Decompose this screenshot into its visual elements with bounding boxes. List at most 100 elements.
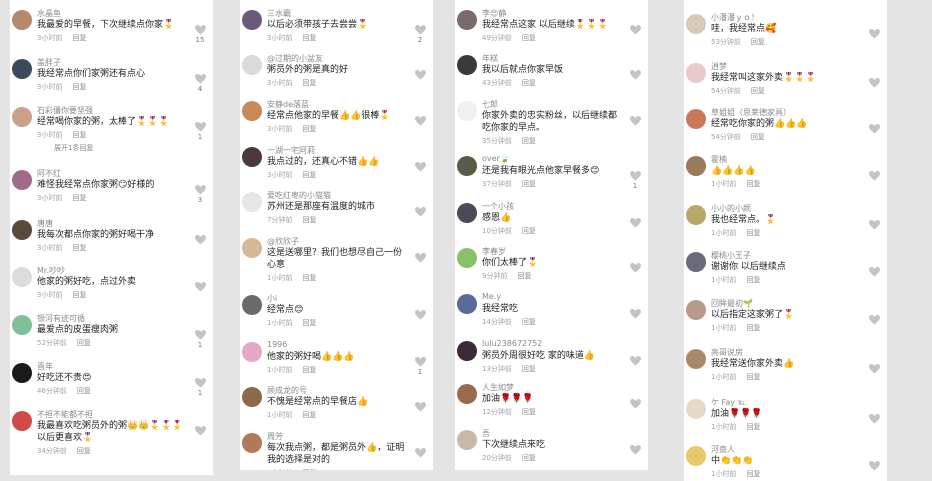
user-avatar[interactable] <box>457 384 477 404</box>
reply-button[interactable]: 回复 <box>302 469 316 470</box>
user-avatar[interactable] <box>686 205 706 225</box>
heart-icon[interactable] <box>630 65 641 80</box>
user-avatar[interactable] <box>12 10 32 30</box>
heart-icon[interactable] <box>415 202 426 217</box>
reply-button[interactable]: 回复 <box>72 34 86 42</box>
reply-button[interactable]: 回复 <box>746 324 760 332</box>
heart-icon[interactable] <box>415 111 426 126</box>
reply-button[interactable]: 回复 <box>522 227 536 235</box>
reply-button[interactable]: 回复 <box>302 411 316 419</box>
heart-icon[interactable] <box>630 351 641 366</box>
reply-button[interactable]: 回复 <box>302 366 316 374</box>
comment-username[interactable]: 亮哥说房 <box>711 347 743 358</box>
heart-icon[interactable] <box>869 24 880 39</box>
user-avatar[interactable] <box>242 101 262 121</box>
user-avatar[interactable] <box>242 147 262 167</box>
user-avatar[interactable] <box>242 192 262 212</box>
comment-username[interactable]: 小小的小颜 <box>711 203 751 214</box>
heart-icon[interactable] <box>630 304 641 319</box>
reply-button[interactable]: 回复 <box>302 125 316 133</box>
reply-button[interactable]: 回复 <box>751 133 765 141</box>
reply-button[interactable]: 回复 <box>72 194 86 202</box>
comment-username[interactable]: 小潘潘ｙｏ！ <box>711 12 759 23</box>
comment-username[interactable]: 年糕 <box>482 53 498 64</box>
comment-username[interactable]: 草姐姐（思莱德家具） <box>711 107 791 118</box>
user-avatar[interactable] <box>457 203 477 223</box>
user-avatar[interactable] <box>686 252 706 272</box>
reply-button[interactable]: 回复 <box>522 79 536 87</box>
user-avatar[interactable] <box>457 248 477 268</box>
reply-button[interactable]: 回复 <box>522 34 536 42</box>
user-avatar[interactable] <box>242 238 262 258</box>
reply-button[interactable]: 回复 <box>746 373 760 381</box>
reply-button[interactable]: 回复 <box>751 87 765 95</box>
heart-icon[interactable] <box>195 117 206 132</box>
user-avatar[interactable] <box>686 109 706 129</box>
user-avatar[interactable] <box>242 295 262 315</box>
heart-icon[interactable] <box>869 409 880 424</box>
comment-username[interactable]: 吾 <box>482 428 490 439</box>
reply-button[interactable]: 回复 <box>746 180 760 188</box>
user-avatar[interactable] <box>242 55 262 75</box>
heart-icon[interactable] <box>195 180 206 195</box>
comment-username[interactable]: 七郎 <box>482 99 498 110</box>
comment-username[interactable]: over🍃 <box>482 154 510 163</box>
heart-icon[interactable] <box>195 277 206 292</box>
heart-icon[interactable] <box>415 352 426 367</box>
user-avatar[interactable] <box>12 220 32 240</box>
user-avatar[interactable] <box>12 267 32 287</box>
reply-button[interactable]: 回复 <box>522 137 536 145</box>
heart-icon[interactable] <box>630 394 641 409</box>
expand-replies-link[interactable]: 展开1条回复 <box>54 143 93 153</box>
user-avatar[interactable] <box>12 59 32 79</box>
comment-username[interactable]: 不担不能都不担 <box>37 409 93 420</box>
reply-button[interactable]: 回复 <box>522 454 536 462</box>
reply-button[interactable]: 回复 <box>517 272 531 280</box>
user-avatar[interactable] <box>12 170 32 190</box>
comment-username[interactable]: 小i <box>267 293 277 304</box>
comment-username[interactable]: 爱吃红枣的小猫猫 <box>267 190 331 201</box>
user-avatar[interactable] <box>686 156 706 176</box>
comment-username[interactable]: 安静de落蓝 <box>267 99 309 110</box>
user-avatar[interactable] <box>12 107 32 127</box>
user-avatar[interactable] <box>242 342 262 362</box>
user-avatar[interactable] <box>457 55 477 75</box>
heart-icon[interactable] <box>195 230 206 245</box>
reply-button[interactable]: 回复 <box>746 276 760 284</box>
heart-icon[interactable] <box>195 325 206 340</box>
comment-username[interactable]: 河南人 <box>711 444 735 455</box>
heart-icon[interactable] <box>869 262 880 277</box>
comment-username[interactable]: 一个小孩 <box>482 201 514 212</box>
user-avatar[interactable] <box>12 315 32 335</box>
heart-icon[interactable] <box>630 20 641 35</box>
reply-button[interactable]: 回复 <box>77 447 91 455</box>
user-avatar[interactable] <box>457 294 477 314</box>
comment-username[interactable]: 水晶鱼 <box>37 8 61 19</box>
reply-button[interactable]: 回复 <box>72 244 86 252</box>
heart-icon[interactable] <box>869 456 880 471</box>
heart-icon[interactable] <box>869 119 880 134</box>
reply-button[interactable]: 回复 <box>302 319 316 327</box>
comment-username[interactable]: 1996 <box>267 340 287 349</box>
comment-username[interactable]: 一湖一宅阿莉 <box>267 145 315 156</box>
user-avatar[interactable] <box>457 101 477 121</box>
comment-username[interactable]: 三水霸 <box>267 8 291 19</box>
reply-button[interactable]: 回复 <box>746 229 760 237</box>
heart-icon[interactable] <box>195 373 206 388</box>
reply-button[interactable]: 回复 <box>72 131 86 139</box>
heart-icon[interactable] <box>630 166 641 181</box>
comment-username[interactable]: 逍梦 <box>711 61 727 72</box>
reply-button[interactable]: 回复 <box>77 387 91 395</box>
heart-icon[interactable] <box>630 213 641 228</box>
reply-button[interactable]: 回复 <box>302 216 316 224</box>
user-avatar[interactable] <box>457 341 477 361</box>
heart-icon[interactable] <box>415 20 426 35</box>
reply-button[interactable]: 回复 <box>302 274 316 282</box>
comment-username[interactable]: Me.y <box>482 292 501 301</box>
reply-button[interactable]: 回复 <box>77 339 91 347</box>
heart-icon[interactable] <box>630 440 641 455</box>
comment-username[interactable]: 阿不红 <box>37 168 61 179</box>
heart-icon[interactable] <box>869 166 880 181</box>
user-avatar[interactable] <box>686 63 706 83</box>
reply-button[interactable]: 回复 <box>751 38 765 46</box>
